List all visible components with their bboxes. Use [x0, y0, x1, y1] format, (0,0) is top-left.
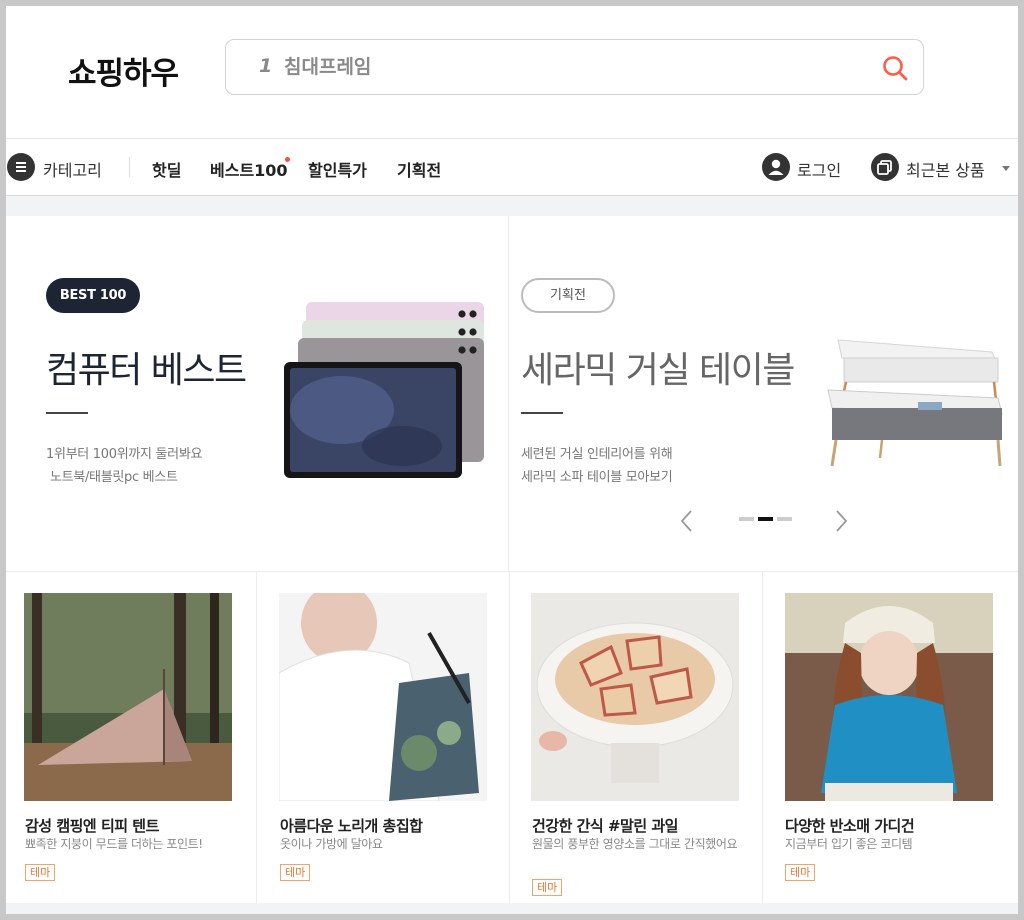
page-frame: 쇼핑하우 1 카테고리 핫딜 베스트100 할인특가 기획전 [6, 6, 1018, 914]
search-icon[interactable] [880, 53, 910, 83]
card-title: 감성 캠핑엔 티피 텐트 [25, 817, 159, 835]
nav-divider [129, 157, 130, 177]
chevron-down-icon[interactable] [1002, 166, 1010, 171]
carousel-dot[interactable] [739, 517, 754, 521]
recent-items-icon[interactable] [871, 153, 899, 181]
list-item[interactable]: 아름다운 노리개 총집합 옷이나 가방에 달아요 테마 [257, 572, 510, 904]
card-tag: 테마 [532, 879, 563, 896]
card-tag: 테마 [785, 864, 816, 881]
category-menu[interactable]: 카테고리 [43, 157, 102, 181]
list-item[interactable]: 다양한 반소매 가디건 지금부터 입기 좋은 코디템 테마 [763, 572, 1018, 904]
search-rank: 1 [259, 55, 273, 77]
logo[interactable]: 쇼핑하우 [68, 48, 179, 93]
banner-title: 컴퓨터 베스트 [46, 350, 247, 391]
table-image [827, 339, 1003, 467]
login-link[interactable]: 로그인 [797, 157, 841, 181]
banner-carousel: BEST 100 컴퓨터 베스트 1위부터 100위까지 둘러봐요 노트북/태블… [6, 216, 1018, 571]
card-title: 아름다운 노리개 총집합 [280, 817, 423, 835]
card-tag: 테마 [280, 864, 311, 881]
theme-card-list: 감성 캠핑엔 티피 텐트 뾰족한 지붕이 무드를 더하는 포인트! 테마 아름다… [6, 571, 1018, 904]
banner-badge: 기획전 [521, 278, 615, 313]
carousel-indicator [739, 517, 793, 521]
card-title: 다양한 반소매 가디건 [785, 817, 915, 835]
nav-item-hotdeal[interactable]: 핫딜 [152, 157, 181, 181]
card-desc: 지금부터 입기 좋은 코디템 [785, 837, 913, 851]
nav-item-exhibition[interactable]: 기획전 [397, 157, 441, 181]
card-tag: 테마 [25, 864, 56, 881]
chevron-right-icon[interactable] [832, 509, 850, 533]
banner-title: 세라믹 거실 테이블 [521, 350, 795, 391]
product-image [24, 593, 232, 801]
main-nav: 카테고리 핫딜 베스트100 할인특가 기획전 로그인 최근본 상품 [6, 138, 1018, 196]
menu-icon[interactable] [7, 153, 35, 181]
banner-computer-best[interactable]: BEST 100 컴퓨터 베스트 1위부터 100위까지 둘러봐요 노트북/태블… [6, 216, 509, 571]
card-desc: 뾰족한 지붕이 무드를 더하는 포인트! [25, 837, 203, 851]
tablet-image [284, 302, 484, 478]
recent-items-link[interactable]: 최근본 상품 [906, 157, 985, 181]
product-image [785, 593, 993, 801]
banner-desc: 1위부터 100위까지 둘러봐요 [46, 447, 203, 462]
product-image [531, 593, 739, 801]
search-bar[interactable]: 1 [225, 39, 924, 95]
search-input[interactable] [284, 52, 844, 82]
banner-desc: 노트북/태블릿pc 베스트 [50, 470, 178, 485]
banner-divider [46, 412, 88, 414]
banner-ceramic-table[interactable]: 기획전 세라믹 거실 테이블 세련된 거실 인테리어를 위해 세라믹 소파 테이… [510, 216, 1018, 571]
nav-item-best100[interactable]: 베스트100 [210, 157, 288, 181]
card-desc: 옷이나 가방에 달아요 [280, 837, 383, 851]
chevron-left-icon[interactable] [678, 509, 696, 533]
nav-item-sale[interactable]: 할인특가 [308, 157, 367, 181]
header: 쇼핑하우 1 [6, 6, 1018, 138]
product-image [279, 593, 487, 801]
banner-badge: BEST 100 [46, 278, 140, 313]
banner-divider [521, 412, 563, 414]
carousel-dot-active[interactable] [758, 517, 773, 521]
carousel-dot[interactable] [777, 517, 792, 521]
banner-desc: 세라믹 소파 테이블 모아보기 [521, 470, 673, 485]
user-icon[interactable] [762, 153, 790, 181]
list-item[interactable]: 감성 캠핑엔 티피 텐트 뾰족한 지붕이 무드를 더하는 포인트! 테마 [6, 572, 257, 904]
new-dot [285, 157, 290, 162]
list-item[interactable]: 건강한 간식 #말린 과일 원물의 풍부한 영양소를 그대로 간직했어요 테마 [510, 572, 763, 904]
banner-desc: 세련된 거실 인테리어를 위해 [521, 447, 673, 462]
card-desc: 원물의 풍부한 영양소를 그대로 간직했어요 [532, 837, 738, 851]
card-title: 건강한 간식 #말린 과일 [532, 817, 678, 835]
